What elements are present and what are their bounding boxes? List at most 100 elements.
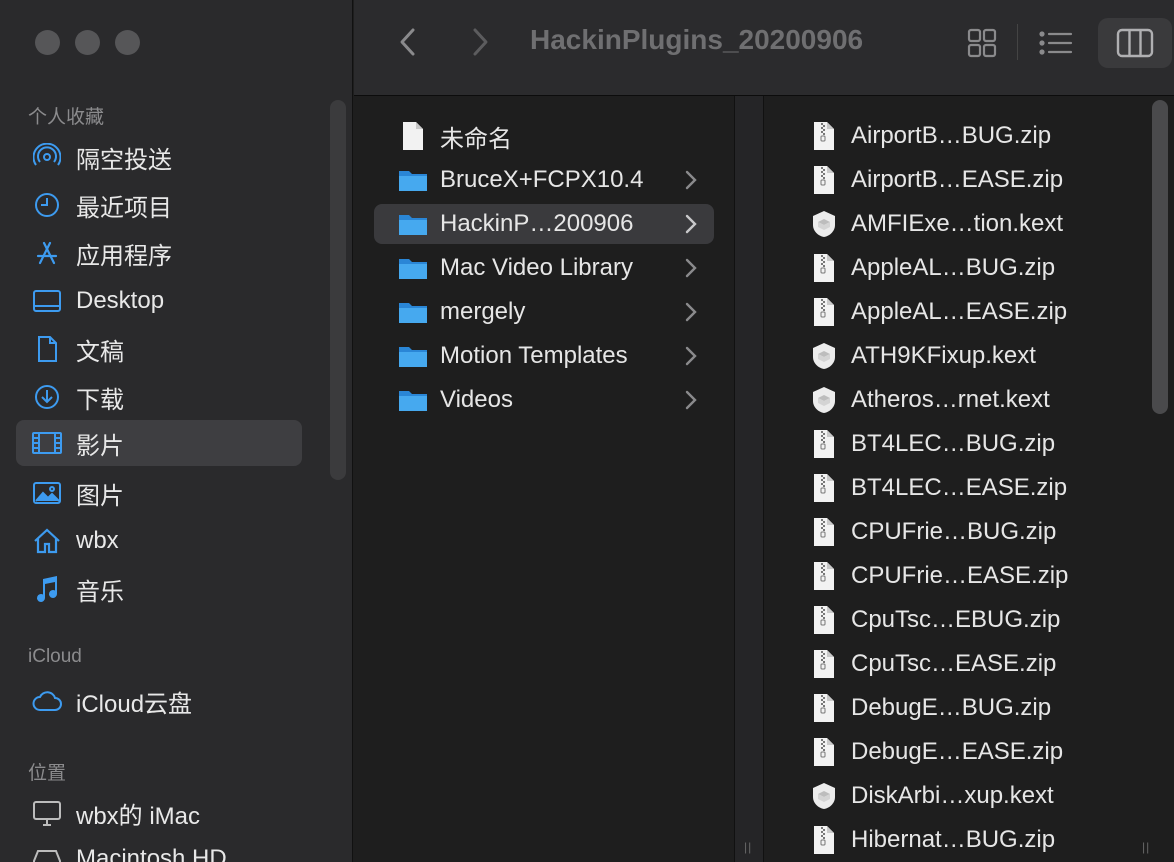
folder-row-motion-templates[interactable]: Motion Templates [398, 336, 714, 376]
sidebar-item-label: 下载 [76, 386, 124, 414]
sidebar-item-applications[interactable]: 应用程序 [16, 230, 302, 276]
file-name: DebugE…BUG.zip [851, 694, 1052, 721]
file-row[interactable]: CPUFrie…EASE.zip [809, 556, 1149, 596]
sidebar-scrollbar[interactable] [330, 100, 346, 480]
imac-icon [30, 798, 64, 828]
sidebar-item-recents[interactable]: 最近项目 [16, 182, 302, 228]
sidebar-item-label: iCloud云盘 [76, 690, 193, 718]
column-resize-divider[interactable]: || [734, 96, 764, 862]
sidebar-item-label: Desktop [76, 287, 165, 314]
file-row[interactable]: Hibernat…BUG.zip [809, 820, 1149, 860]
zip-file-icon [809, 252, 839, 284]
grid-icon [967, 28, 997, 58]
sidebar-item-music[interactable]: 音乐 [16, 566, 302, 612]
document-file-icon [398, 120, 428, 152]
resize-grip[interactable]: || [1142, 840, 1150, 854]
sidebar-item-documents[interactable]: 文稿 [16, 326, 302, 372]
file-name: Hibernat…BUG.zip [851, 826, 1056, 853]
file-row[interactable]: AppleAL…EASE.zip [809, 292, 1149, 332]
file-name: DiskArbi…xup.kext [851, 782, 1054, 809]
file-row[interactable]: Atheros…rnet.kext [809, 380, 1149, 420]
applications-icon [30, 238, 64, 268]
file-row[interactable]: AirportB…BUG.zip [809, 116, 1149, 156]
file-row[interactable]: DebugE…EASE.zip [809, 732, 1149, 772]
folder-row-brucex[interactable]: BruceX+FCPX10.4 [398, 160, 714, 200]
file-name: AppleAL…BUG.zip [851, 254, 1056, 281]
favorites-section-title: 个人收藏 [28, 107, 105, 128]
file-row[interactable]: BT4LEC…BUG.zip [809, 424, 1149, 464]
close-window-button[interactable] [35, 30, 60, 55]
file-name: CpuTsc…EBUG.zip [851, 606, 1061, 633]
file-row[interactable]: CpuTsc…EASE.zip [809, 644, 1149, 684]
column-1: 未命名 BruceX+FCPX10.4 HackinP…200906 Mac V… [354, 96, 734, 862]
file-row[interactable]: DiskArbi…xup.kext [809, 776, 1149, 816]
folder-name: Motion Templates [440, 342, 628, 369]
file-name: CpuTsc…EASE.zip [851, 650, 1057, 677]
column-view-button[interactable] [1098, 18, 1172, 68]
sidebar-item-label: Macintosh HD [76, 845, 227, 862]
sidebar-item-downloads[interactable]: 下载 [16, 374, 302, 420]
file-row[interactable]: CPUFrie…BUG.zip [809, 512, 1149, 552]
locations-section-title: 位置 [28, 763, 67, 784]
sidebar-item-label: 文稿 [76, 338, 124, 366]
zip-file-icon [809, 824, 839, 856]
list-view-button[interactable] [1034, 18, 1078, 68]
folder-row-videos[interactable]: Videos [398, 380, 714, 420]
film-icon [30, 428, 64, 458]
chevron-right-icon [685, 390, 697, 410]
columns-icon [1116, 28, 1154, 58]
sidebar-item-imac[interactable]: wbx的 iMac [16, 790, 302, 836]
sidebar-item-icloud-drive[interactable]: iCloud云盘 [16, 678, 302, 724]
sidebar-item-pictures[interactable]: 图片 [16, 470, 302, 516]
minimize-window-button[interactable] [75, 30, 100, 55]
folder-name: BruceX+FCPX10.4 [440, 166, 644, 193]
folder-icon [398, 340, 428, 372]
sidebar-item-macintosh-hd[interactable]: Macintosh HD [16, 836, 302, 862]
chevron-right-icon [473, 28, 488, 56]
chevron-right-icon [685, 302, 697, 322]
chevron-left-icon [400, 28, 415, 56]
sidebar-item-label: wbx [76, 527, 119, 554]
cloud-icon [30, 686, 64, 716]
file-row[interactable]: AMFIExe…tion.kext [809, 204, 1149, 244]
file-row[interactable]: CpuTsc…EBUG.zip [809, 600, 1149, 640]
sidebar-item-movies[interactable]: 影片 [16, 420, 302, 466]
file-row[interactable]: AppleAL…BUG.zip [809, 248, 1149, 288]
file-name: AirportB…EASE.zip [851, 166, 1064, 193]
folder-row-hackinplugins[interactable]: HackinP…200906 [374, 204, 714, 244]
icloud-section-title: iCloud [28, 646, 82, 667]
sidebar-item-label: wbx的 iMac [76, 802, 201, 830]
desktop-icon [30, 286, 64, 316]
sidebar-item-airdrop[interactable]: 隔空投送 [16, 134, 302, 180]
file-row-untitled[interactable]: 未命名 [398, 116, 714, 156]
folder-icon [398, 208, 428, 240]
file-row[interactable]: ATH9KFixup.kext [809, 336, 1149, 376]
back-button[interactable] [388, 22, 428, 62]
folder-row-mac-video-library[interactable]: Mac Video Library [398, 248, 714, 288]
sidebar-item-desktop[interactable]: Desktop [16, 278, 302, 324]
kext-bundle-icon [809, 208, 839, 240]
file-name: DebugE…EASE.zip [851, 738, 1064, 765]
icon-view-button[interactable] [960, 18, 1004, 68]
file-row[interactable]: DebugE…BUG.zip [809, 688, 1149, 728]
home-icon [30, 526, 64, 556]
file-name: AppleAL…EASE.zip [851, 298, 1068, 325]
zip-file-icon [809, 164, 839, 196]
file-name: AirportB…BUG.zip [851, 122, 1052, 149]
folder-icon [398, 296, 428, 328]
column-2-scrollbar[interactable] [1152, 100, 1168, 414]
document-icon [30, 334, 64, 364]
file-row[interactable]: BT4LEC…EASE.zip [809, 468, 1149, 508]
forward-button[interactable] [460, 22, 500, 62]
resize-grip[interactable]: || [744, 840, 752, 854]
zoom-window-button[interactable] [115, 30, 140, 55]
folder-name: mergely [440, 298, 526, 325]
window-controls [35, 30, 140, 55]
disk-icon [30, 844, 64, 862]
sidebar-item-home[interactable]: wbx [16, 518, 302, 564]
folder-icon [398, 164, 428, 196]
file-row[interactable]: AirportB…EASE.zip [809, 160, 1149, 200]
folder-row-mergely[interactable]: mergely [398, 292, 714, 332]
kext-bundle-icon [809, 340, 839, 372]
airdrop-icon [30, 142, 64, 172]
